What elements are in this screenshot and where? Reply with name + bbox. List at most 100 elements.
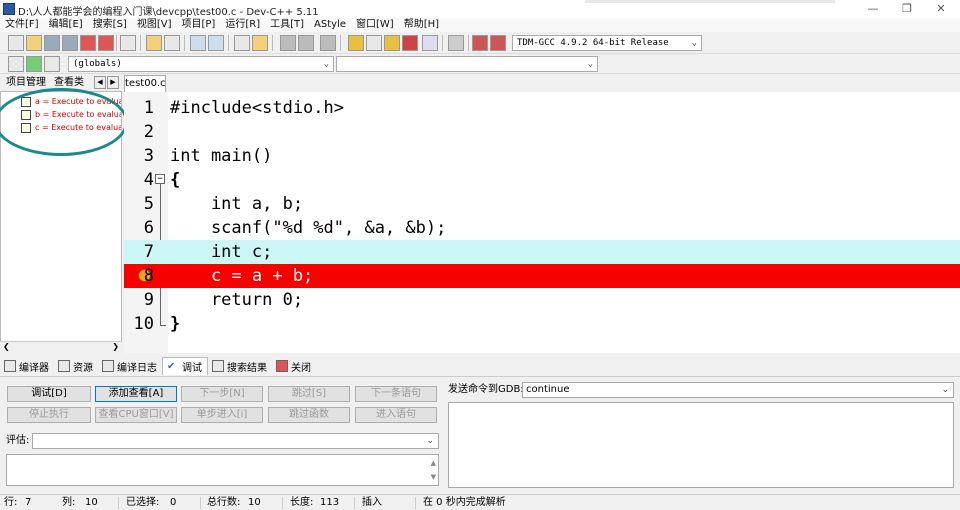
scope-select[interactable]: (globals) ⌄ xyxy=(68,56,334,72)
compile-log-icon xyxy=(102,360,114,372)
tab-label: 编译日志 xyxy=(117,362,157,374)
code-line[interactable]: 1 #include<stdio.h> xyxy=(124,96,960,120)
status-separator xyxy=(415,497,416,509)
goto-line-icon[interactable] xyxy=(234,35,250,51)
compiler-icon xyxy=(4,360,16,372)
stop-execution-icon[interactable] xyxy=(448,35,464,51)
code-line[interactable]: 9 return 0; xyxy=(124,288,960,312)
menu-help[interactable]: 帮助[H] xyxy=(399,18,444,32)
code-line[interactable]: 5 int a, b; xyxy=(124,192,960,216)
menu-edit[interactable]: 编辑[E] xyxy=(44,18,88,32)
code-line[interactable]: 4 − { xyxy=(124,168,960,192)
menu-tools[interactable]: 工具[T] xyxy=(265,18,309,32)
tab-project-manager[interactable]: 项目管理 xyxy=(6,76,46,90)
run-icon[interactable] xyxy=(366,35,382,51)
compile-icon[interactable] xyxy=(348,35,364,51)
editor-tab-test00[interactable]: test00.c xyxy=(124,75,166,92)
step-into-button[interactable]: 单步进入[i] xyxy=(181,407,263,423)
menu-astyle[interactable]: AStyle xyxy=(309,18,351,32)
add-watch-button[interactable]: 添加查看[A] xyxy=(95,386,177,402)
view-cpu-window-button[interactable]: 查看CPU窗口[V] xyxy=(95,407,177,423)
code-line-current[interactable]: 7 int c; xyxy=(124,240,960,264)
close-file-icon[interactable] xyxy=(80,35,96,51)
code-line[interactable]: 10 } xyxy=(124,312,960,336)
indent-icon[interactable] xyxy=(280,35,296,51)
menu-file[interactable]: 文件[F] xyxy=(0,18,44,32)
replace-icon[interactable] xyxy=(208,35,224,51)
redo-icon[interactable] xyxy=(164,35,180,51)
tab-close[interactable]: 关闭 xyxy=(272,357,316,375)
scroll-right-icon[interactable]: ❯ xyxy=(112,342,119,351)
code-line-breakpoint[interactable]: 8 c = a + b; xyxy=(124,264,960,288)
tab-resources[interactable]: 资源 xyxy=(54,357,98,375)
close-icon[interactable]: ✕ xyxy=(924,0,958,18)
dev-cpp-window: D:\人人都能学会的编程入门课\devcpp\test00.c - Dev-C+… xyxy=(0,0,960,510)
menu-search[interactable]: 搜索[S] xyxy=(88,18,132,32)
print-icon[interactable] xyxy=(120,35,136,51)
debug-button[interactable]: 调试[D] xyxy=(7,386,91,402)
rebuild-icon[interactable] xyxy=(402,35,418,51)
toolbar-separator xyxy=(140,35,141,51)
tab-compile-log[interactable]: 编译日志 xyxy=(98,357,162,375)
evaluate-output[interactable]: ▲ ▼ xyxy=(6,454,439,486)
save-all-icon[interactable] xyxy=(62,35,78,51)
goto-bookmark-icon[interactable] xyxy=(44,56,60,72)
syntax-check-icon[interactable] xyxy=(422,35,438,51)
function-select[interactable]: ⌄ xyxy=(336,56,598,72)
status-length: 113 xyxy=(320,497,340,508)
close-all-icon[interactable] xyxy=(98,35,114,51)
menu-project[interactable]: 项目[P] xyxy=(177,18,221,32)
bookmark-icon[interactable] xyxy=(252,35,268,51)
left-pane-scrollbar[interactable]: ❮ ❯ xyxy=(0,341,122,353)
tab-search-results[interactable]: 搜索结果 xyxy=(208,357,272,375)
enter-statement-button[interactable]: 进入语句 xyxy=(355,407,437,423)
resources-icon xyxy=(58,360,70,372)
next-step-button[interactable]: 下一步[N] xyxy=(181,386,263,402)
scroll-left-icon[interactable]: ❮ xyxy=(3,342,10,351)
search-icon xyxy=(212,360,224,372)
fold-collapse-icon[interactable]: − xyxy=(155,174,165,184)
compile-run-icon[interactable] xyxy=(384,35,400,51)
scroll-up-icon[interactable]: ▲ xyxy=(431,456,436,470)
toggle-bookmark-icon[interactable] xyxy=(26,56,42,72)
next-instruction-button[interactable]: 下一条语句 xyxy=(355,386,437,402)
stop-execution-button[interactable]: 停止执行 xyxy=(7,407,91,423)
gdb-command-input[interactable]: continue ⌄ xyxy=(522,382,954,398)
delete-profile-icon[interactable] xyxy=(490,35,506,51)
menu-run[interactable]: 运行[R] xyxy=(220,18,265,32)
profile-icon[interactable] xyxy=(472,35,488,51)
find-icon[interactable] xyxy=(190,35,206,51)
status-lines-label: 总行数: xyxy=(207,497,241,508)
insert-icon[interactable] xyxy=(8,56,24,72)
maximize-icon[interactable]: ❐ xyxy=(890,0,924,18)
status-col-label: 列: xyxy=(62,497,76,508)
toolbar-separator xyxy=(468,35,469,51)
undo-icon[interactable] xyxy=(146,35,162,51)
tab-debug[interactable]: ✔ 调试 xyxy=(162,357,208,375)
menu-view[interactable]: 视图[V] xyxy=(132,18,177,32)
gdb-output[interactable] xyxy=(448,402,954,488)
scroll-down-icon[interactable]: ▼ xyxy=(431,470,436,484)
evaluate-input[interactable]: ⌄ xyxy=(32,433,439,449)
toggle-comment-icon[interactable] xyxy=(320,35,336,51)
new-file-icon[interactable] xyxy=(8,35,24,51)
code-editor[interactable]: 1 #include<stdio.h> 2 3 int main() 4 − {… xyxy=(124,92,960,353)
code-line[interactable]: 3 int main() xyxy=(124,144,960,168)
tab-prev-icon[interactable]: ◀ xyxy=(94,76,106,89)
code-line[interactable]: 6 scanf("%d %d", &a, &b); xyxy=(124,216,960,240)
menu-window[interactable]: 窗口[W] xyxy=(351,18,399,32)
chevron-down-icon: ⌄ xyxy=(691,38,697,48)
skip-button[interactable]: 跳过[S] xyxy=(268,386,350,402)
status-separator xyxy=(354,497,355,509)
tab-compiler[interactable]: 编译器 xyxy=(0,357,54,375)
save-icon[interactable] xyxy=(44,35,60,51)
step-over-function-button[interactable]: 跳过函数 xyxy=(268,407,350,423)
tab-next-icon[interactable]: ▶ xyxy=(107,76,119,89)
toolbar-separator xyxy=(442,35,443,51)
unindent-icon[interactable] xyxy=(298,35,314,51)
line-code: int main() xyxy=(170,146,273,166)
open-file-icon[interactable] xyxy=(26,35,42,51)
compiler-select[interactable]: TDM-GCC 4.9.2 64-bit Release ⌄ xyxy=(512,35,702,51)
minimize-icon[interactable]: — xyxy=(856,0,890,18)
code-line[interactable]: 2 xyxy=(124,120,960,144)
